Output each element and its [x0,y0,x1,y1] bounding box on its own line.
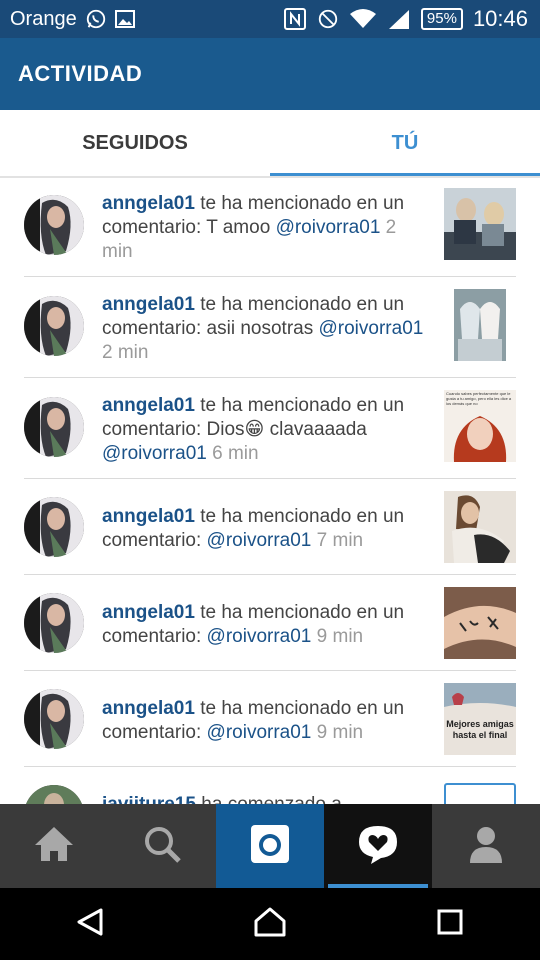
nav-home[interactable] [0,804,108,888]
avatar[interactable] [24,497,84,557]
battery-indicator: 95% [420,8,463,30]
timestamp: 9 min [311,722,364,743]
clock: 10:46 [472,6,528,31]
carrier-label: Orange [10,7,77,30]
recents-icon [437,909,463,940]
tab-tu-label: TÚ [391,131,419,154]
home-icon [33,825,75,868]
mention-link[interactable]: @roivorra01 [102,443,207,464]
username-link[interactable]: javiiture15 [102,794,196,804]
signal-icon [387,8,411,30]
post-thumbnail[interactable] [444,491,516,563]
list-item[interactable]: anngela01 te ha mencionado en un comenta… [0,671,540,767]
avatar[interactable] [24,195,84,255]
list-item[interactable]: anngela01 te ha mencionado en un comenta… [0,575,540,671]
list-item[interactable]: anngela01 te ha mencionado en un comenta… [0,277,540,378]
image-icon [114,10,135,28]
notification-text: javiiture15 ha comenzado a [102,793,432,804]
tab-seguidos[interactable]: SEGUIDOS [0,110,270,176]
timestamp: 7 min [311,530,364,551]
username-link[interactable]: anngela01 [102,294,195,315]
timestamp: 6 min [206,443,259,464]
post-thumbnail[interactable]: Cuando sabes perfectamente que le gusta … [444,390,516,462]
wifi-icon [349,8,377,30]
app-bar: ACTIVIDAD [0,38,540,110]
avatar[interactable] [24,593,84,653]
thumbnail-caption: Cuando sabes perfectamente que le gusta … [446,391,512,406]
notification-text: anngela01 te ha mencionado en un comenta… [102,505,432,553]
nav-profile[interactable] [432,804,540,888]
username-link[interactable]: anngela01 [102,193,195,214]
tab-bar: SEGUIDOS TÚ [0,110,540,176]
mention-link[interactable]: @roivorra01 [319,318,424,339]
mention-link[interactable]: @roivorra01 [207,626,312,647]
mention-link[interactable]: @roivorra01 [207,530,312,551]
whatsapp-icon [85,8,107,30]
post-thumbnail[interactable]: Mejores amigas hasta el final [444,683,516,755]
back-button[interactable] [50,888,130,960]
page-title: ACTIVIDAD [18,61,143,86]
timestamp: 9 min [311,626,364,647]
avatar[interactable] [24,296,84,356]
activity-feed[interactable]: anngela01 te ha mencionado en un comenta… [0,178,540,804]
post-thumbnail[interactable] [444,587,516,659]
nav-activity[interactable] [324,804,432,888]
post-thumbnail[interactable] [444,188,516,260]
notification-text: anngela01 te ha mencionado en un comenta… [102,293,432,365]
notification-text: anngela01 te ha mencionado en un comenta… [102,192,432,264]
notification-text: anngela01 te ha mencionado en un comenta… [102,394,432,466]
bottom-navigation [0,804,540,888]
thumbnail-caption: Mejores amigas hasta el final [446,719,514,740]
home-button[interactable] [230,888,310,960]
avatar[interactable] [24,785,84,804]
system-navigation-bar [0,888,540,960]
notification-text: anngela01 te ha mencionado en un comenta… [102,601,432,649]
tab-tu[interactable]: TÚ [270,110,540,176]
status-bar: Orange 95% 10:46 [0,0,540,38]
mention-link[interactable]: @roivorra01 [276,217,381,238]
post-thumbnail[interactable] [454,289,506,361]
nav-camera[interactable] [216,804,324,888]
username-link[interactable]: anngela01 [102,395,195,416]
do-not-disturb-icon [317,8,339,30]
username-link[interactable]: anngela01 [102,698,195,719]
nfc-icon [283,7,307,31]
profile-icon [468,825,504,868]
username-link[interactable]: anngela01 [102,602,195,623]
notification-text: anngela01 te ha mencionado en un comenta… [102,697,432,745]
activity-icon [357,824,399,869]
notification-message: ha comenzado a [196,794,342,804]
home-outline-icon [254,907,286,942]
back-icon [75,907,105,942]
list-item[interactable]: anngela01 te ha mencionado en un comenta… [0,479,540,575]
nav-search[interactable] [108,804,216,888]
avatar[interactable] [24,689,84,749]
avatar[interactable] [24,397,84,457]
username-link[interactable]: anngela01 [102,506,195,527]
timestamp: 2 min [102,342,149,363]
camera-icon [250,824,290,869]
recents-button[interactable] [410,888,490,960]
mention-link[interactable]: @roivorra01 [207,722,312,743]
list-item[interactable]: anngela01 te ha mencionado en un comenta… [0,378,540,479]
follow-button[interactable] [444,783,516,804]
list-item[interactable]: javiiture15 ha comenzado a [0,767,540,804]
search-icon [142,824,182,869]
tab-seguidos-label: SEGUIDOS [82,131,188,154]
list-item[interactable]: anngela01 te ha mencionado en un comenta… [0,178,540,277]
